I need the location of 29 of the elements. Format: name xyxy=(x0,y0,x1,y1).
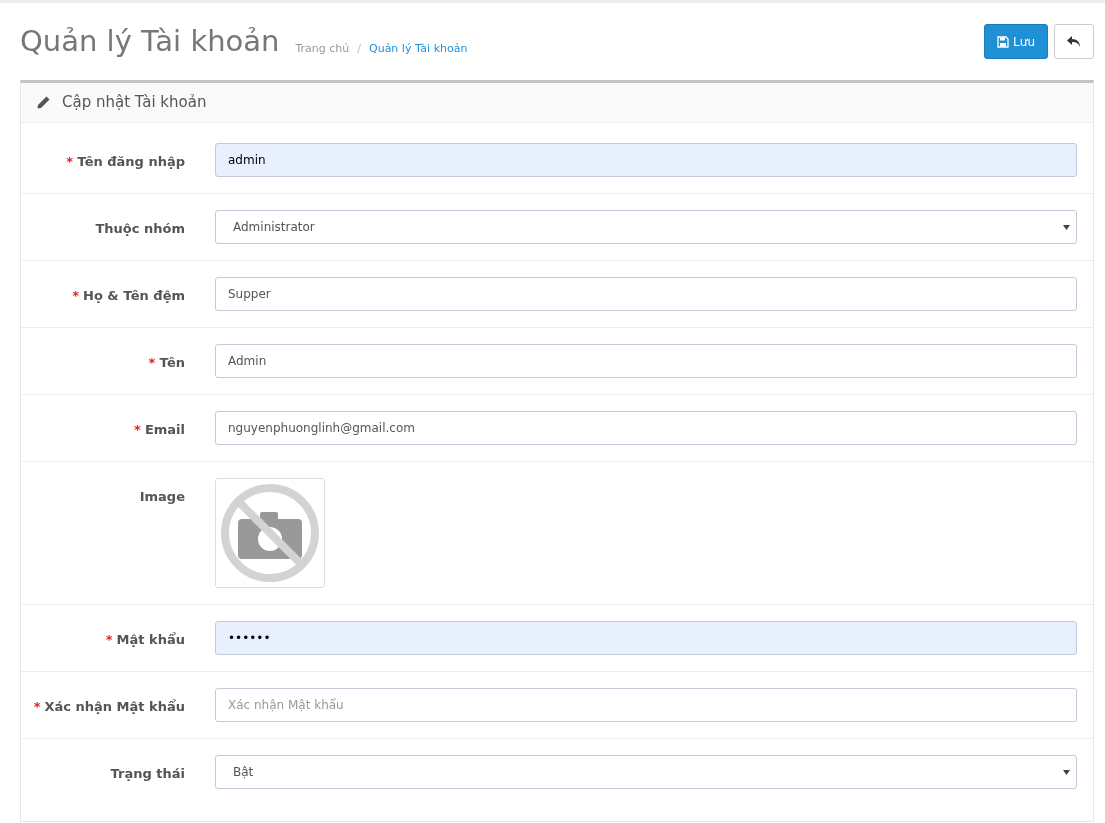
text-field[interactable]: nguyenphuonglinh@gmail.com xyxy=(215,411,1077,445)
field-label: * Họ & Tên đệm xyxy=(71,287,185,305)
text-field[interactable]: •••••• xyxy=(215,621,1077,655)
pencil-icon xyxy=(37,96,50,109)
text-field[interactable]: admin xyxy=(215,143,1077,177)
save-button[interactable]: Lưu xyxy=(984,24,1048,59)
field-label: * Xác nhận Mật khẩu xyxy=(32,698,185,716)
back-button[interactable] xyxy=(1054,24,1094,59)
field-label: * Mật khẩu xyxy=(104,631,185,649)
image-placeholder[interactable] xyxy=(215,478,325,588)
select-dropdown[interactable]: Administrator xyxy=(215,210,1077,244)
field-label: Thuộc nhóm xyxy=(94,220,185,238)
panel-title: Cập nhật Tài khoản xyxy=(62,92,207,114)
caret-down-icon xyxy=(1063,769,1070,775)
caret-down-icon xyxy=(1063,224,1070,230)
no-camera-icon xyxy=(220,483,320,583)
text-field[interactable]: Xác nhận Mật khẩu xyxy=(215,688,1077,722)
text-field[interactable]: Admin xyxy=(215,344,1077,378)
text-field[interactable]: Supper xyxy=(215,277,1077,311)
reply-arrow-icon xyxy=(1067,35,1081,48)
breadcrumb-separator: / xyxy=(356,40,362,57)
field-label: Image xyxy=(138,488,185,506)
page-title: Quản lý Tài khoản xyxy=(20,22,280,60)
field-label: * Tên đăng nhập xyxy=(65,153,185,171)
field-label: * Tên xyxy=(147,354,185,372)
field-label: * Email xyxy=(133,421,185,439)
field-label: Trạng thái xyxy=(109,765,185,783)
select-dropdown[interactable]: Bật xyxy=(215,755,1077,789)
breadcrumb-link[interactable]: Quản lý Tài khoản xyxy=(369,40,468,58)
